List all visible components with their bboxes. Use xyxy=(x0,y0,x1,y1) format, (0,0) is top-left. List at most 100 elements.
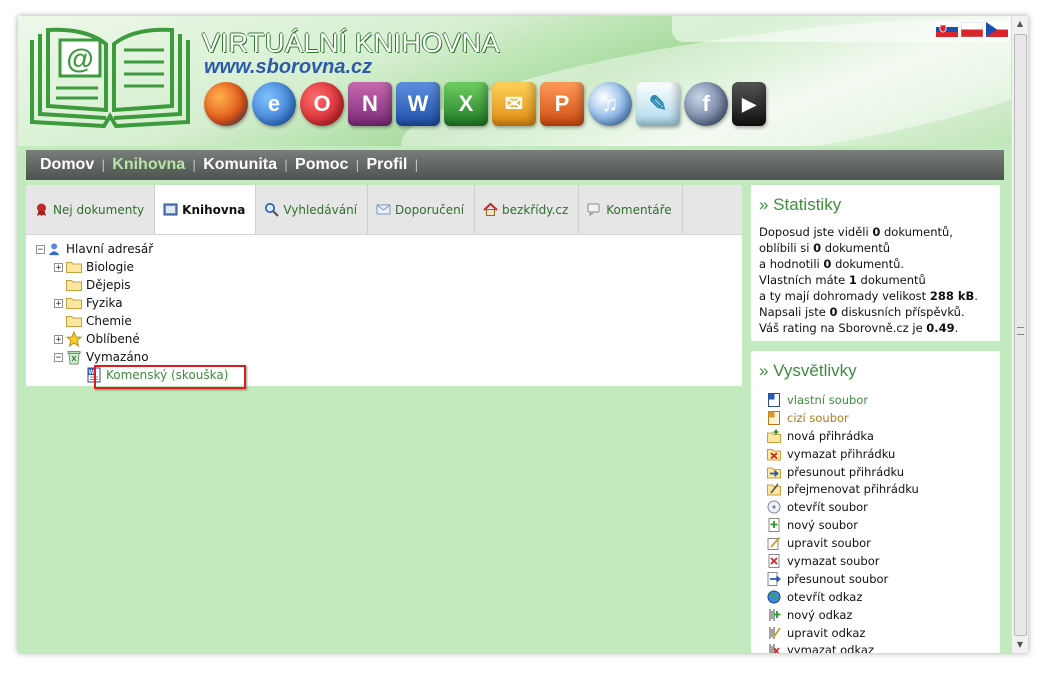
delete-link-icon xyxy=(769,644,780,653)
site-url[interactable]: www.sborovna.cz xyxy=(204,56,372,79)
nav-separator: | xyxy=(284,158,289,172)
library-icon xyxy=(163,203,178,216)
nav-knihovna[interactable]: Knihovna xyxy=(112,156,185,174)
site-title: VIRTUÁLNÍ KNIHOVNA xyxy=(202,28,501,58)
nav-profil[interactable]: Profil xyxy=(366,156,407,174)
tree-item-label: Fyzika xyxy=(86,296,123,310)
new-link-icon xyxy=(769,608,781,621)
tab-label: Doporučení xyxy=(395,202,465,217)
onenote-icon[interactable]: N xyxy=(348,82,392,126)
expand-toggle[interactable]: + xyxy=(54,334,63,344)
rating-value: 0.49 xyxy=(926,321,955,335)
library-tabs: Nej dokumenty Knihovna Vyhledávání Dopor… xyxy=(26,185,742,235)
legend-item: upravit odkaz xyxy=(767,624,919,642)
tab-nej-dokumenty[interactable]: Nej dokumenty xyxy=(26,185,156,234)
tree-item-chemie[interactable]: Chemie xyxy=(36,312,228,330)
czech-flag-icon[interactable] xyxy=(986,22,1008,37)
nav-domov[interactable]: Domov xyxy=(40,156,94,174)
slovak-flag-icon[interactable] xyxy=(936,22,958,37)
star-icon xyxy=(66,331,82,347)
tree-item-label: Biologie xyxy=(86,260,134,274)
tab-label: bezkřídy.cz xyxy=(502,202,569,217)
main-navigation: Domov | Knihovna | Komunita | Pomoc | Pr… xyxy=(26,150,1004,180)
move-file-icon xyxy=(767,571,781,586)
legend-list: vlastní soubor cizí soubor nová přihrádk… xyxy=(767,391,919,653)
polish-flag-icon[interactable] xyxy=(961,22,983,37)
expand-toggle[interactable]: + xyxy=(54,298,63,308)
avi-video-icon[interactable]: ▶ xyxy=(732,82,766,126)
legend-item: přesunout soubor xyxy=(767,570,919,588)
scroll-thumb[interactable] xyxy=(1014,34,1027,636)
legend-item: nový soubor xyxy=(767,516,919,534)
legend-panel: » Vysvětlivky vlastní soubor cizí soubor… xyxy=(751,351,1000,653)
legend-item: upravit soubor xyxy=(767,534,919,552)
foreign-doc-icon xyxy=(768,410,780,425)
nav-separator: | xyxy=(355,158,360,172)
tree-item-dejepis[interactable]: Dějepis xyxy=(36,276,228,294)
word-icon[interactable]: W xyxy=(396,82,440,126)
tree-item-label: Chemie xyxy=(86,314,132,328)
tab-label: Knihovna xyxy=(182,202,246,217)
tree-item-label: Oblíbené xyxy=(86,332,140,346)
firefox-icon[interactable] xyxy=(204,82,248,126)
tab-label: Komentáře xyxy=(606,202,672,217)
collapse-toggle[interactable]: − xyxy=(36,244,45,254)
tab-vyhledavani[interactable]: Vyhledávání xyxy=(256,185,369,234)
legend-item: přesunout přihrádku xyxy=(767,463,919,481)
audio-cd-icon[interactable]: ♫ xyxy=(588,82,632,126)
word-doc-icon xyxy=(768,392,780,407)
excel-icon[interactable]: X xyxy=(444,82,488,126)
opera-icon[interactable]: O xyxy=(300,82,344,126)
house-icon xyxy=(483,202,498,216)
nav-pomoc[interactable]: Pomoc xyxy=(295,156,348,174)
site-header: @ VIRTUÁLNÍ KNIHOVNA www.sborovna.cz e O… xyxy=(18,16,1012,146)
legend-item: vymazat soubor xyxy=(767,552,919,570)
language-flags xyxy=(936,22,1008,37)
magnifier-icon xyxy=(265,203,280,217)
tab-komentare[interactable]: Komentáře xyxy=(579,185,683,234)
tree-item-vymazano[interactable]: − Vymazáno xyxy=(36,348,228,366)
tree-item-fyzika[interactable]: + Fyzika xyxy=(36,294,228,312)
scroll-down-arrow-icon[interactable]: ▼ xyxy=(1012,637,1028,653)
tree-item-oblibene[interactable]: + Oblíbené xyxy=(36,330,228,348)
ribbon-icon xyxy=(37,203,46,216)
collapse-toggle[interactable]: − xyxy=(54,352,63,362)
statistics-title: » Statistiky xyxy=(759,195,842,214)
favorited-count: 0 xyxy=(813,241,822,255)
tab-doporuceni[interactable]: Doporučení xyxy=(368,185,476,234)
tab-bezkridy[interactable]: bezkřídy.cz xyxy=(475,185,580,234)
tree-item-label: Dějepis xyxy=(86,278,131,292)
legend-item: nový odkaz xyxy=(767,606,919,624)
legend-item: přejmenovat přihrádku xyxy=(767,480,919,498)
delete-folder-icon xyxy=(767,448,781,461)
expand-toggle[interactable]: + xyxy=(54,262,63,272)
tree-root[interactable]: − Hlavní adresář xyxy=(36,240,228,258)
delete-file-icon xyxy=(768,553,780,568)
internet-explorer-icon[interactable]: e xyxy=(252,82,296,126)
statistics-text: Doposud jste viděli 0 dokumentů, oblíbil… xyxy=(759,225,978,335)
folder-icon xyxy=(66,316,82,327)
tree-item-biologie[interactable]: + Biologie xyxy=(36,258,228,276)
user-icon xyxy=(48,243,60,256)
legend-item: otevřít soubor xyxy=(767,498,919,516)
outlook-icon[interactable]: ✉ xyxy=(492,82,536,126)
nav-separator: | xyxy=(101,158,106,172)
scroll-up-arrow-icon[interactable]: ▲ xyxy=(1012,16,1028,32)
book-logo-icon[interactable]: @ xyxy=(26,26,194,130)
tab-knihovna[interactable]: Knihovna xyxy=(155,185,257,234)
vertical-scrollbar[interactable]: ▲ ▼ xyxy=(1011,16,1028,653)
folder-tree: − Hlavní adresář + Biologie Dějepis + Fy… xyxy=(36,240,246,389)
legend-item: vymazat přihrádku xyxy=(767,445,919,463)
nav-separator: | xyxy=(414,158,419,172)
legend-item: cizí soubor xyxy=(767,409,919,427)
nav-komunita[interactable]: Komunita xyxy=(203,156,277,174)
browser-window: @ VIRTUÁLNÍ KNIHOVNA www.sborovna.cz e O… xyxy=(18,16,1028,653)
new-folder-icon xyxy=(767,429,781,443)
quill-document-icon[interactable]: ✎ xyxy=(636,82,680,126)
legend-item: nová přihrádka xyxy=(767,427,919,445)
flash-icon[interactable]: f xyxy=(684,82,728,126)
powerpoint-icon[interactable]: P xyxy=(540,82,584,126)
library-panel: Nej dokumenty Knihovna Vyhledávání Dopor… xyxy=(26,185,742,389)
rename-folder-icon xyxy=(767,483,781,496)
edit-file-icon xyxy=(767,536,781,551)
